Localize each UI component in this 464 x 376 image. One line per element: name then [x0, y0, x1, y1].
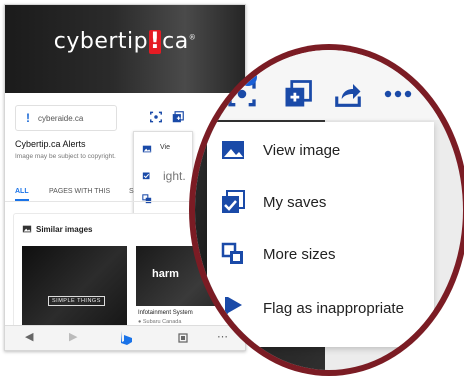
- menu-item-label: View image: [263, 141, 341, 159]
- menu-item-label: Flag as inappropriate: [263, 299, 404, 317]
- more-options-button[interactable]: [377, 74, 419, 114]
- similar-image-thumbnail[interactable]: SIMPLE THINGS: [22, 246, 127, 328]
- thumbnail-caption[interactable]: Infotainment System: [138, 310, 193, 316]
- magnifier-lens: 1 View image My saves More sizes Flag as…: [195, 50, 463, 370]
- visual-search-button[interactable]: 1: [221, 68, 263, 114]
- tab-all[interactable]: ALL: [15, 188, 29, 195]
- notification-badge: 1: [239, 68, 257, 86]
- menu-item-label: More sizes: [263, 245, 336, 263]
- image-icon: [22, 225, 32, 233]
- similar-images-header: Similar images: [22, 224, 92, 234]
- mini-menu-label: Vie: [160, 144, 170, 151]
- info-icon: !: [26, 111, 30, 125]
- image-icon[interactable]: [142, 144, 152, 154]
- menu-item-label: My saves: [263, 193, 327, 211]
- bing-logo-icon[interactable]: [119, 330, 133, 346]
- tabs-icon[interactable]: [177, 332, 189, 344]
- add-to-collection-button[interactable]: [277, 74, 319, 114]
- visual-search-icon: [150, 111, 162, 123]
- back-icon[interactable]: ◀: [25, 330, 33, 343]
- source-domain: cyberaide.ca: [38, 113, 84, 123]
- saved-check-icon[interactable]: [142, 170, 152, 180]
- menu-item-more-sizes[interactable]: More sizes: [207, 228, 434, 280]
- more-sizes-icon: [221, 242, 245, 266]
- share-icon: [335, 84, 361, 107]
- menu-item-my-saves[interactable]: My saves: [207, 176, 434, 228]
- obscured-text: ight.: [163, 169, 186, 183]
- tab-more[interactable]: S: [129, 188, 134, 195]
- menu-item-view-image[interactable]: View image: [207, 124, 434, 176]
- active-tab-indicator: [15, 199, 29, 201]
- small-action-bar: [147, 108, 187, 126]
- more-options-icon: [384, 90, 412, 98]
- add-collection-icon: [285, 80, 312, 107]
- share-button[interactable]: [327, 74, 369, 114]
- add-collection-icon: [172, 111, 184, 123]
- copyright-note: Image may be subject to copyright.: [15, 153, 116, 160]
- source-chip[interactable]: ! cyberaide.ca: [15, 105, 117, 131]
- small-add-collection-button[interactable]: [169, 108, 187, 126]
- thumbnail-text: harm: [152, 268, 179, 280]
- tab-pages-with-this[interactable]: PAGES WITH THIS: [49, 188, 110, 195]
- image-icon: [221, 138, 245, 162]
- thumbnail-text: SIMPLE THINGS: [48, 296, 105, 306]
- result-title[interactable]: Cybertip.ca Alerts: [15, 139, 86, 149]
- overflow-menu: View image My saves More sizes Flag as i…: [207, 122, 434, 347]
- menu-item-flag[interactable]: Flag as inappropriate: [207, 282, 434, 334]
- saved-check-icon: [221, 190, 245, 214]
- forward-icon[interactable]: ▶: [69, 330, 77, 343]
- flag-icon: [221, 296, 245, 320]
- small-visual-search-button[interactable]: [147, 108, 165, 126]
